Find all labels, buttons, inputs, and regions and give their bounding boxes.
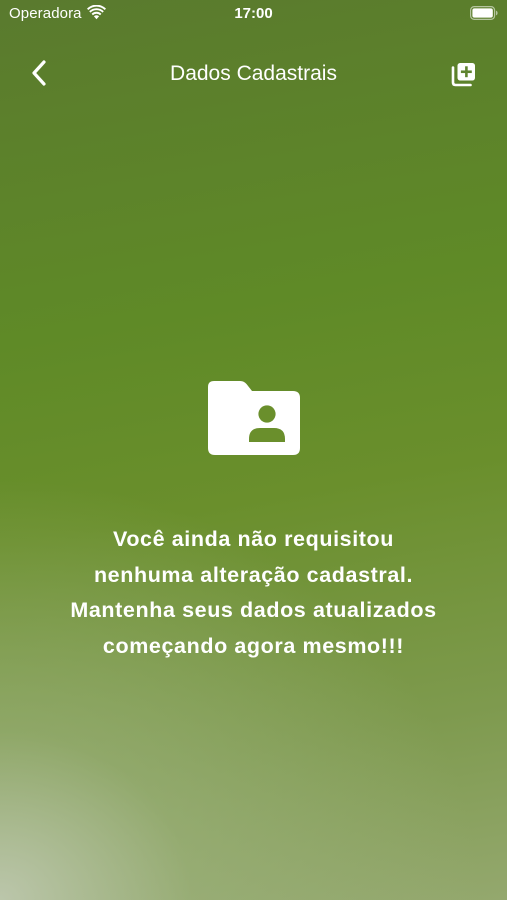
empty-state-line: começando agora mesmo!!! [102,633,405,658]
empty-state-line: Você ainda não requisitou [112,527,394,551]
nav-bar: Dados Cadastrais [0,44,507,104]
screen: Operadora 17:00 Dados Cadastrais Você ai… [0,0,507,900]
empty-state-line: nenhuma alteração cadastral. [93,562,414,587]
add-button[interactable] [446,56,482,92]
page-title: Dados Cadastrais [170,62,337,85]
empty-state-message: Você ainda não requisitou nenhuma altera… [20,522,487,664]
folder-user-icon [208,381,300,455]
add-copy-icon [451,63,475,87]
empty-state-line: Mantenha seus dados atualizados [70,598,437,622]
battery-icon [470,6,498,20]
status-bar: Operadora 17:00 [0,0,507,28]
clock: 17:00 [234,5,273,22]
